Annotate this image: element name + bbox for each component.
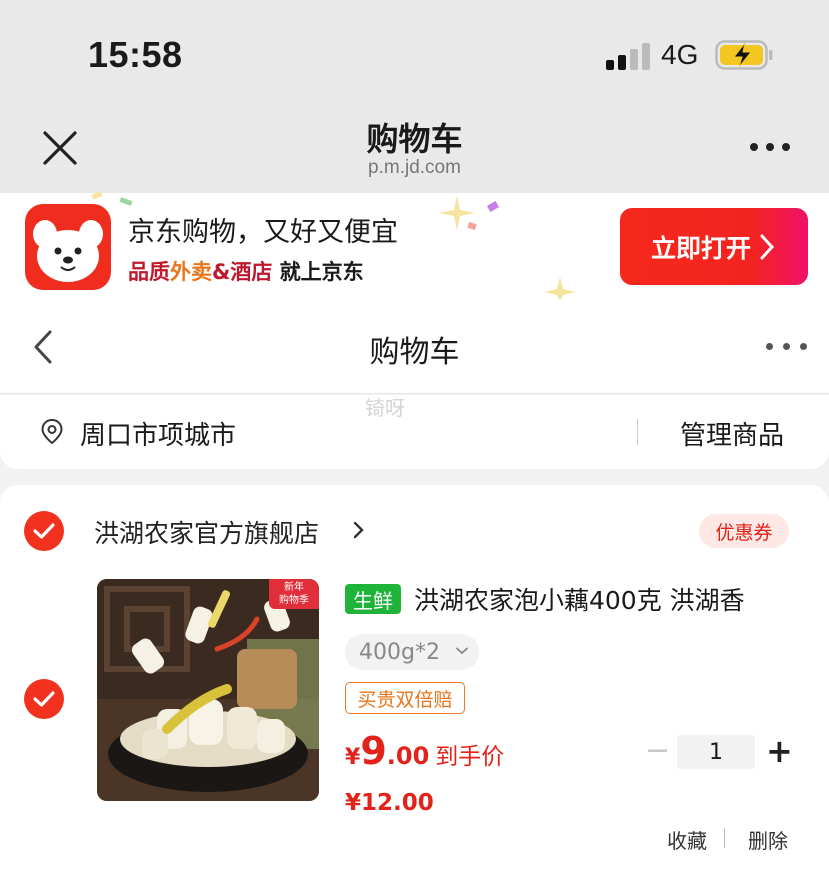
signal-icon: [606, 42, 650, 70]
spec-selector[interactable]: 400g*2: [345, 634, 479, 670]
chevron-right-icon: [760, 234, 775, 259]
favorite-button[interactable]: 收藏: [667, 825, 707, 854]
sparkle-icon: [544, 277, 576, 301]
address-bar: 周口市项城市 管理商品: [0, 395, 829, 469]
more-icon[interactable]: [748, 143, 792, 153]
divider: [724, 828, 725, 848]
location-icon: [41, 418, 63, 445]
check-icon: [33, 523, 55, 539]
banner-subtitle-quality: 品质: [128, 260, 170, 284]
guarantee-badge: 买贵双倍赔: [345, 682, 465, 714]
page-title: 购物车: [369, 335, 460, 370]
product-select-checkbox[interactable]: [24, 679, 64, 719]
network-label: 4G: [661, 39, 699, 70]
address-location[interactable]: 周口市项城市: [80, 415, 236, 452]
confetti-icon: [486, 200, 500, 213]
divider: [637, 419, 638, 445]
price-symbol: ¥: [345, 745, 361, 770]
status-time: 15:58: [88, 34, 183, 75]
price-decimal: .00: [386, 742, 430, 770]
original-price: ¥12.00: [345, 790, 434, 816]
page-nav: 购物车: [0, 301, 829, 394]
chevron-down-icon: [456, 647, 468, 655]
product-title[interactable]: 洪湖农家泡小藕400克 洪湖香: [414, 581, 814, 617]
fresh-tag: 生鲜: [345, 584, 401, 614]
chevron-right-icon[interactable]: [352, 521, 364, 539]
price-integer: 9: [360, 729, 387, 773]
confetti-icon: [119, 197, 133, 206]
shop-card: 洪湖农家官方旗舰店 优惠券 新年 购物季 生鲜 洪湖农家泡小藕400克 洪湖香 …: [0, 485, 829, 879]
app-download-banner[interactable]: 京东购物，又好又便宜 品质外卖&酒店 就上京东 立即打开: [0, 191, 829, 301]
coupon-button[interactable]: 优惠券: [699, 514, 789, 548]
browser-title: 购物车: [366, 120, 463, 158]
banner-subtitle-hotel: &酒店: [212, 260, 273, 284]
price-label: 到手价: [435, 744, 505, 770]
banner-subtitle-jd: 就上京东: [272, 260, 364, 284]
promo-badge: 新年 购物季: [269, 579, 319, 609]
battery-charging-icon: [715, 40, 773, 70]
jd-logo-icon: [25, 204, 111, 290]
shop-select-checkbox[interactable]: [24, 511, 64, 551]
check-icon: [33, 691, 55, 707]
manage-products-button[interactable]: 管理商品: [680, 415, 784, 452]
open-app-button[interactable]: 立即打开: [620, 208, 808, 285]
status-bar: 15:58 4G: [0, 0, 829, 100]
browser-header: 购物车 p.m.jd.com: [0, 100, 829, 193]
open-app-label: 立即打开: [650, 233, 751, 263]
browser-url: p.m.jd.com: [368, 157, 461, 178]
banner-subtitle: 品质外卖&酒店 就上京东: [128, 256, 364, 286]
banner-title: 京东购物，又好又便宜: [128, 217, 398, 248]
minus-icon[interactable]: −: [645, 736, 670, 766]
shop-name[interactable]: 洪湖农家官方旗舰店: [94, 514, 319, 550]
more-icon[interactable]: [764, 343, 810, 353]
spec-value: 400g*2: [359, 639, 440, 665]
banner-subtitle-takeout: 外卖: [170, 260, 212, 284]
final-price: ¥9.00 到手价: [345, 729, 504, 773]
plus-icon[interactable]: +: [766, 735, 793, 769]
delete-button[interactable]: 删除: [748, 825, 788, 854]
confetti-icon: [91, 191, 103, 200]
pickled-lotus-root-image: [97, 579, 319, 801]
watermark: 锜呀: [365, 396, 405, 420]
product-image[interactable]: 新年 购物季: [97, 579, 319, 801]
quantity-field[interactable]: 1: [677, 735, 755, 769]
